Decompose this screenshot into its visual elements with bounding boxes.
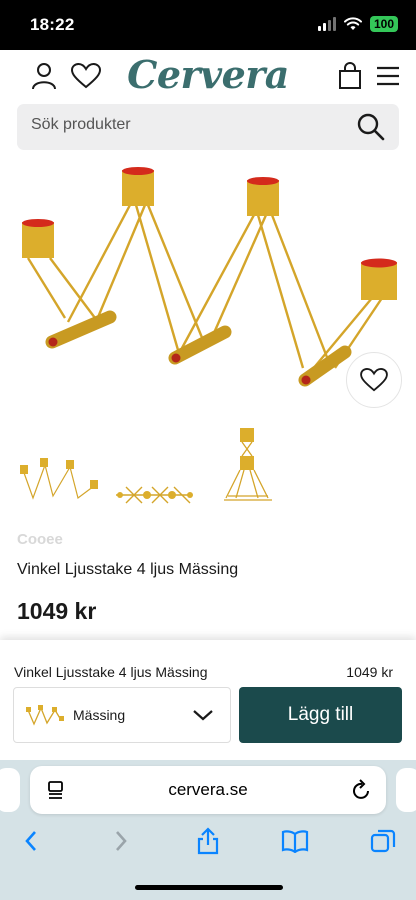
site-header: Cervera [0,50,416,100]
menu-icon[interactable] [372,60,404,92]
back-arrow-icon[interactable] [16,826,46,856]
cellular-signal-icon [317,17,336,31]
status-bar: 18:22 100 [0,0,416,50]
forward-arrow-icon[interactable] [106,826,136,856]
thumbnail-1[interactable] [18,420,102,510]
battery-indicator: 100 [369,16,398,32]
thumbnail-3[interactable] [218,420,278,510]
variant-label: Mässing [73,707,126,723]
tabs-icon[interactable] [368,826,398,856]
home-indicator [135,885,283,890]
status-icons: 100 [317,16,398,32]
wifi-icon [343,17,362,30]
share-icon[interactable] [193,826,223,856]
bag-icon[interactable] [334,60,366,92]
browser-chrome: cervera.se [0,760,416,900]
browser-toolbar [0,820,416,860]
buy-panel-title: Vinkel Ljusstake 4 ljus Mässing [14,664,208,680]
thumbnail-2[interactable] [112,420,196,510]
add-to-cart-button[interactable]: Lägg till [239,687,402,743]
product-price: 1049 kr [17,598,97,624]
buy-panel: Vinkel Ljusstake 4 ljus Mässing 1049 kr … [0,640,416,760]
bookmarks-icon[interactable] [280,826,310,856]
chevron-down-icon [193,710,213,721]
search-input[interactable] [31,116,331,134]
url-text[interactable]: cervera.se [30,780,386,800]
search-icon[interactable] [357,113,385,141]
variant-select[interactable]: Mässing [13,687,231,743]
product-brand[interactable]: Cooee [17,531,63,548]
reload-icon[interactable] [352,779,372,801]
add-to-wishlist-button[interactable] [346,352,402,408]
address-bar[interactable]: cervera.se [30,766,386,814]
buy-panel-price: 1049 kr [346,664,393,680]
previous-tab-peek[interactable] [0,768,20,812]
heart-outline-icon [360,368,388,392]
search-bar [17,104,399,150]
variant-thumbnail [26,705,64,726]
next-tab-peek[interactable] [396,768,416,812]
product-title: Vinkel Ljusstake 4 ljus Mässing [17,561,239,578]
status-time: 18:22 [30,15,75,34]
